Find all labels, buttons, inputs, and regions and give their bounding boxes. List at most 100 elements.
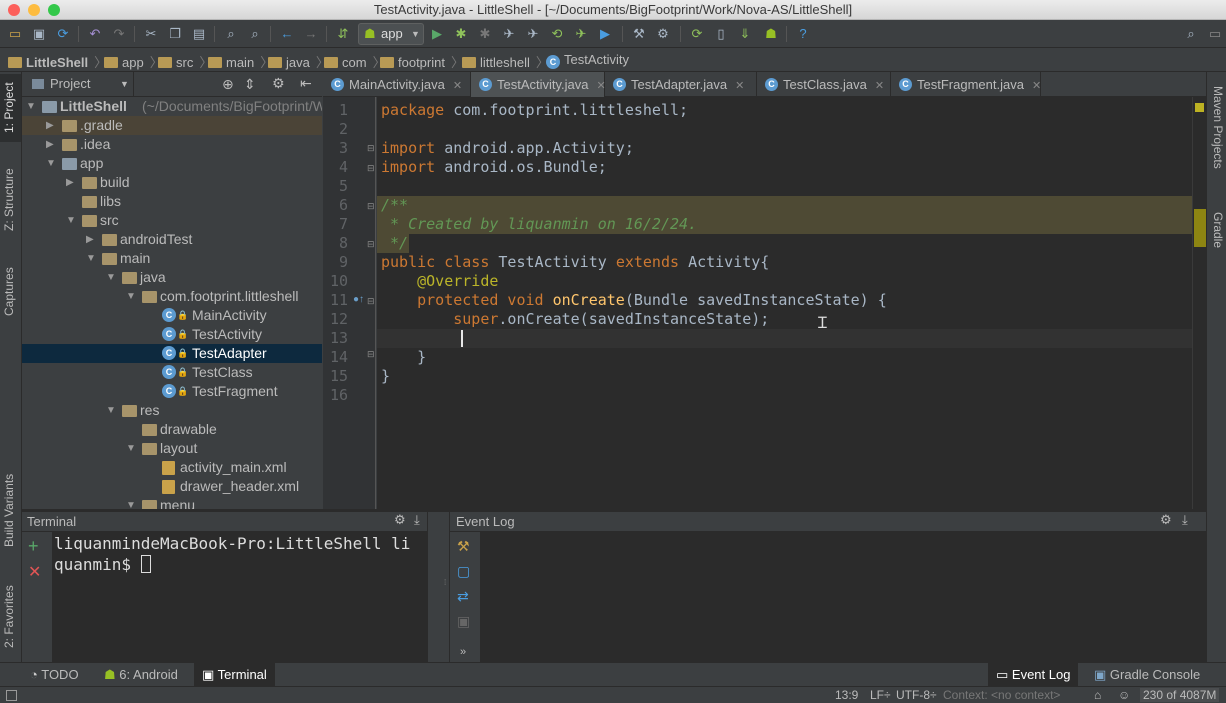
tree-item[interactable]: ▼ layout <box>22 439 322 458</box>
tree-item[interactable]: ▼ java <box>22 268 322 287</box>
expand-arrow-icon[interactable]: ▼ <box>86 249 96 268</box>
editor-tab[interactable]: C TestActivity.java ✕ <box>471 72 606 97</box>
collapse-all-icon[interactable]: ⇕ <box>244 76 256 93</box>
run-config-select[interactable]: ☗ app ▼ <box>358 23 424 45</box>
fold-marker-icon[interactable]: ⊟ <box>367 239 375 250</box>
structure-tool-tab[interactable]: Z: Structure <box>2 160 20 240</box>
paste-icon[interactable]: ▤ <box>190 25 208 43</box>
close-window-button[interactable] <box>8 4 20 16</box>
build-variants-tool-tab[interactable]: Build Variants <box>2 464 20 556</box>
maven-projects-tool-tab[interactable]: Maven Projects <box>1209 86 1225 196</box>
hide-panel-icon[interactable]: ⇤ <box>300 75 312 92</box>
memory-indicator[interactable]: 230 of 4087M <box>1140 688 1220 702</box>
gradle-sync-icon[interactable]: ⟳ <box>688 25 706 43</box>
tree-item[interactable]: ▶ androidTest <box>22 230 322 249</box>
tree-item[interactable]: ▶ build <box>22 173 322 192</box>
sdk-manager-icon[interactable]: ⇓ <box>736 25 754 43</box>
android-monitor-icon[interactable]: ☗ <box>762 25 780 43</box>
terminal-tool-button[interactable]: ▣ Terminal <box>194 663 275 687</box>
replace-icon[interactable]: ⌕ <box>246 25 264 43</box>
find-icon[interactable]: ⌕ <box>222 25 240 43</box>
tree-item[interactable]: drawer_header.xml <box>22 477 322 496</box>
undo-icon[interactable]: ↶ <box>86 25 104 43</box>
fold-marker-icon[interactable]: ⊟ <box>367 163 375 174</box>
tree-item[interactable]: ▼ src <box>22 211 322 230</box>
breadcrumb-item[interactable]: app 〉 <box>104 52 163 71</box>
collapse-arrow-icon[interactable]: ▶ <box>46 116 56 135</box>
scroll-from-source-icon[interactable]: ⊕ <box>222 76 234 93</box>
run-icon[interactable]: ▶ <box>428 25 446 43</box>
terminal-output[interactable]: liquanmindeMacBook-Pro:LittleShell li qu… <box>52 532 427 662</box>
hide-panel-icon[interactable]: ⤓ <box>414 512 420 528</box>
avd-manager-icon[interactable]: ▯ <box>712 25 730 43</box>
tree-item[interactable]: ▼ com.footprint.littleshell <box>22 287 322 306</box>
editor-tab[interactable]: C TestClass.java ✕ <box>757 72 891 97</box>
tree-item[interactable]: ▶ .idea <box>22 135 322 154</box>
event-icon[interactable]: ▭ <box>1206 25 1224 43</box>
attach-debugger-icon[interactable]: ✈ <box>500 25 518 43</box>
tree-item[interactable]: C 🔒 MainActivity <box>22 306 322 325</box>
fold-marker-icon[interactable]: ⊟ <box>367 296 375 307</box>
fold-marker-icon[interactable]: ⊟ <box>367 349 375 360</box>
help-icon[interactable]: ? <box>794 25 812 43</box>
mark-read-icon[interactable]: ▢ <box>457 563 470 580</box>
tree-item[interactable]: C 🔒 TestClass <box>22 363 322 382</box>
breadcrumb-item[interactable]: com〉 <box>324 52 386 71</box>
panel-divider[interactable]: ⁞ <box>427 512 450 662</box>
collapse-arrow-icon[interactable]: ▶ <box>46 135 56 154</box>
editor-tab[interactable]: C MainActivity.java ✕ <box>323 72 471 97</box>
gradle-tool-tab[interactable]: Gradle <box>1209 212 1225 272</box>
code-editor[interactable]: Ɪ package com.footprint.littleshell; impo… <box>377 97 1192 509</box>
open-folder-icon[interactable]: ▭ <box>6 25 24 43</box>
android-tool-button[interactable]: ☗ 6: Android <box>96 663 186 687</box>
favorites-tool-tab[interactable]: 2: Favorites <box>2 582 20 652</box>
new-session-icon[interactable]: + <box>28 536 39 557</box>
todo-tool-button[interactable]: ◔ TODO <box>22 663 87 687</box>
back-icon[interactable]: ← <box>278 25 296 43</box>
editor-error-stripe[interactable] <box>1192 97 1206 509</box>
expand-arrow-icon[interactable]: ▼ <box>106 268 116 287</box>
project-tool-label[interactable]: 1: Project <box>2 78 20 138</box>
search-everywhere-icon[interactable]: ⌕ <box>1182 25 1200 43</box>
close-session-icon[interactable]: ✕ <box>28 562 41 582</box>
tool-windows-toggle-icon[interactable] <box>6 690 17 701</box>
expand-arrow-icon[interactable]: ▼ <box>126 439 136 458</box>
collapse-arrow-icon[interactable]: ▶ <box>86 230 96 249</box>
close-icon[interactable]: ✕ <box>1032 80 1041 92</box>
breadcrumb-item[interactable]: littleshell 〉 <box>462 52 549 71</box>
soft-wrap-icon[interactable]: ⇄ <box>457 588 469 605</box>
project-structure-icon[interactable]: ⚒ <box>630 25 648 43</box>
fold-marker-icon[interactable]: ⊟ <box>367 143 375 154</box>
tree-item[interactable]: ▼ res <box>22 401 322 420</box>
gear-icon[interactable]: ⚙ <box>1160 512 1172 528</box>
expand-arrow-icon[interactable]: ▼ <box>46 154 56 173</box>
clear-all-icon[interactable]: ▣ <box>457 613 470 630</box>
forward-icon[interactable]: → <box>302 25 320 43</box>
editor-tab[interactable]: C TestAdapter.java ✕ <box>605 72 757 97</box>
captures-tool-tab[interactable]: Captures <box>2 262 20 322</box>
apply-changes-icon[interactable]: ▶ <box>596 25 614 43</box>
debug-icon[interactable]: ✱ <box>452 25 470 43</box>
expand-arrow-icon[interactable]: ▼ <box>106 401 116 420</box>
sync-icon[interactable]: ⟳ <box>54 25 72 43</box>
hide-panel-icon[interactable]: ⤓ <box>1182 512 1188 528</box>
save-icon[interactable]: ▣ <box>30 25 48 43</box>
collapse-arrow-icon[interactable]: ▶ <box>66 173 76 192</box>
tree-item[interactable]: ▼ main <box>22 249 322 268</box>
breadcrumb-item[interactable]: LittleShell 〉 <box>8 52 107 71</box>
tree-item[interactable]: libs <box>22 192 322 211</box>
make-project-icon[interactable]: ⇵ <box>334 25 352 43</box>
tree-item[interactable]: C 🔒 TestFragment <box>22 382 322 401</box>
redo-icon[interactable]: ↷ <box>110 25 128 43</box>
view-selector[interactable]: Project ▼ <box>26 72 134 96</box>
line-separator[interactable]: LF÷ <box>870 688 891 702</box>
jrebel-debug-icon[interactable]: ⟲ <box>548 25 566 43</box>
tree-item[interactable]: activity_main.xml <box>22 458 322 477</box>
fold-marker-icon[interactable]: ⊟ <box>367 201 375 212</box>
file-encoding[interactable]: UTF-8÷ <box>896 688 937 702</box>
breadcrumb-item[interactable]: src 〉 <box>158 52 212 71</box>
settings-icon[interactable]: ⚙ <box>654 25 672 43</box>
coverage-icon[interactable]: ✱ <box>476 25 494 43</box>
expand-arrow-icon[interactable]: ▼ <box>66 211 76 230</box>
close-icon[interactable]: ✕ <box>735 80 744 92</box>
